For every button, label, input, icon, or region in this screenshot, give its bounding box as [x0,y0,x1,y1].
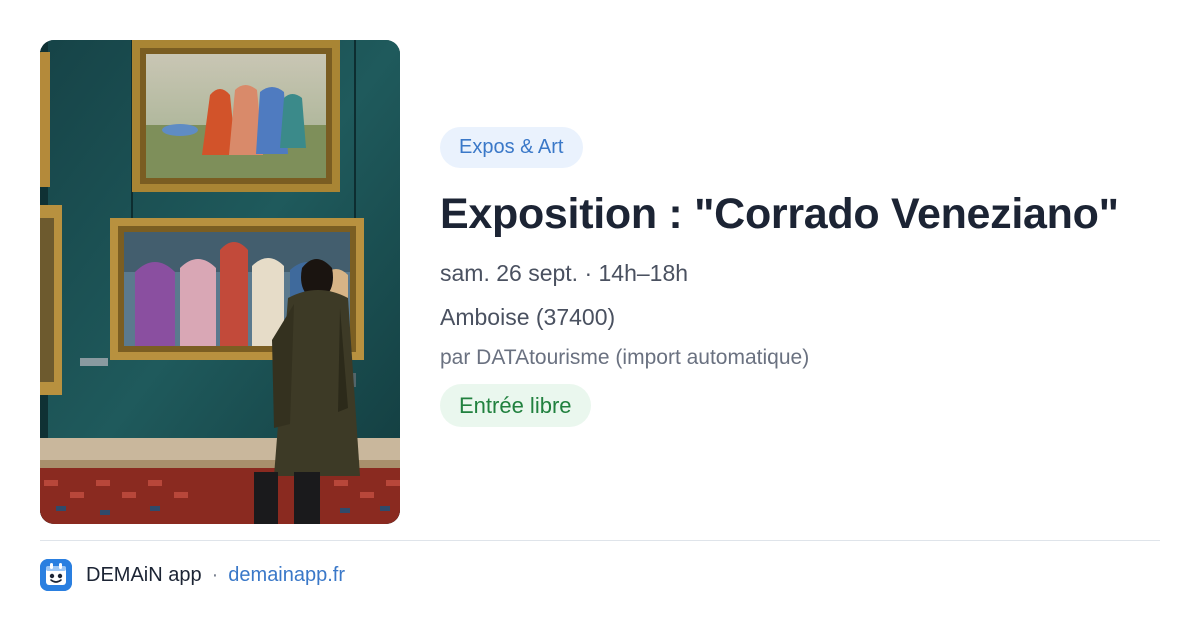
footer: DEMAiN app · demainapp.fr [40,558,345,592]
footer-divider [40,540,1160,541]
app-name: DEMAiN app [86,563,202,586]
footer-separator: · [211,563,219,586]
site-link[interactable]: demainapp.fr [228,564,345,587]
event-info: Expos & Art Exposition : "Corrado Venezi… [440,127,1160,427]
event-title[interactable]: Exposition : "Corrado Veneziano" [440,188,1160,240]
category-badge[interactable]: Expos & Art [440,127,583,168]
event-datetime: sam. 26 sept. · 14h–18h [440,260,689,286]
event-location: Amboise (37400) [440,304,616,330]
price-badge: Entrée libre [440,384,591,427]
event-photo [40,40,400,524]
app-logo-icon[interactable] [40,559,72,591]
event-card[interactable]: Expos & Art Exposition : "Corrado Venezi… [0,0,1200,540]
event-source: par DATAtourisme (import automatique) [440,346,810,369]
